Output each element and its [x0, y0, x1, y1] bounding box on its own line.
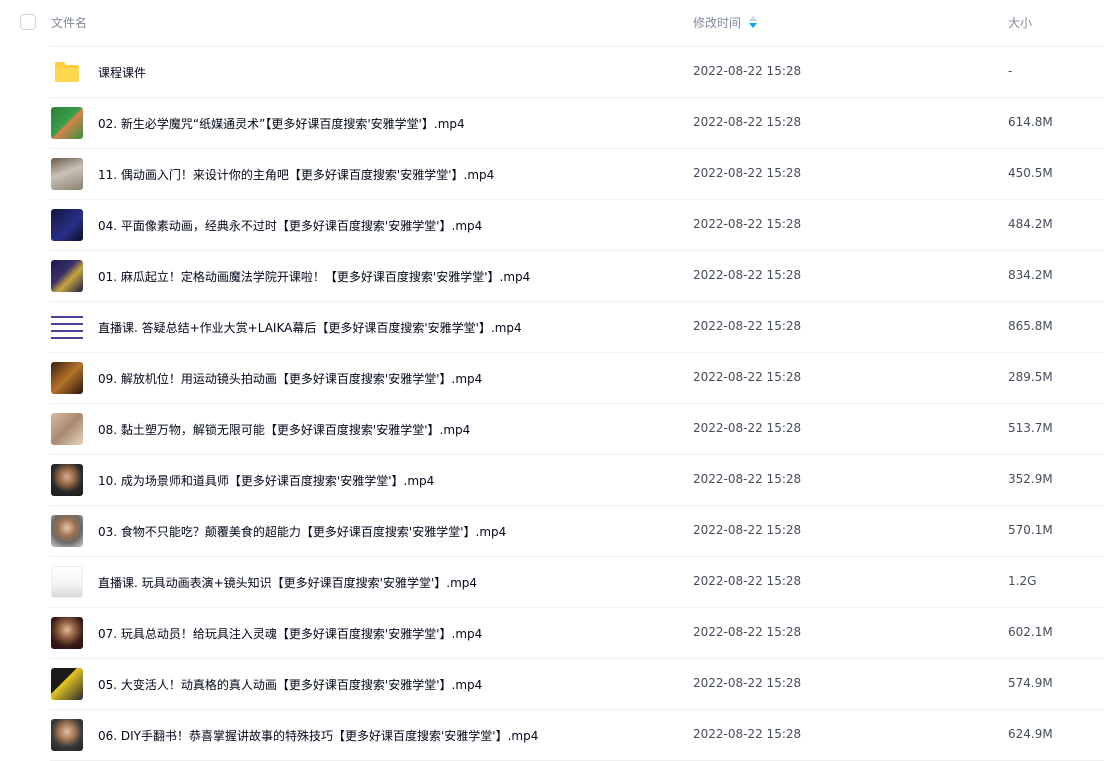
video-thumbnail	[51, 617, 83, 649]
file-modified-time: 2022-08-22 15:28	[693, 727, 802, 741]
file-row[interactable]: 直播课. 答疑总结+作业大赏+LAIKA幕后【更多好课百度搜索'安雅学堂'】.m…	[50, 302, 1104, 353]
file-modified-time: 2022-08-22 15:28	[693, 115, 802, 129]
file-name[interactable]: 07. 玩具总动员！给玩具注入灵魂【更多好课百度搜索'安雅学堂'】.mp4	[98, 625, 482, 642]
file-modified-time: 2022-08-22 15:28	[693, 319, 802, 333]
video-thumbnail	[51, 515, 83, 547]
file-row[interactable]: 02. 新生必学魔咒“纸媒通灵术”【更多好课百度搜索'安雅学堂'】.mp4 202…	[50, 98, 1104, 149]
file-name[interactable]: 课程课件	[98, 64, 146, 81]
file-size: 352.9M	[1008, 472, 1053, 486]
file-size: 602.1M	[1008, 625, 1053, 639]
video-thumbnail	[51, 719, 83, 751]
file-row[interactable]: 11. 偶动画入门！来设计你的主角吧【更多好课百度搜索'安雅学堂'】.mp4 20…	[50, 149, 1104, 200]
file-name[interactable]: 08. 黏土塑万物，解锁无限可能【更多好课百度搜索'安雅学堂'】.mp4	[98, 421, 470, 438]
file-row[interactable]: 直播课. 玩具动画表演+镜头知识【更多好课百度搜索'安雅学堂'】.mp4 2022…	[50, 557, 1104, 608]
sort-desc-icon[interactable]	[749, 15, 758, 30]
file-modified-time: 2022-08-22 15:28	[693, 268, 802, 282]
file-size: -	[1008, 64, 1013, 78]
file-row[interactable]: 10. 成为场景师和道具师【更多好课百度搜索'安雅学堂'】.mp4 2022-08…	[50, 455, 1104, 506]
file-name[interactable]: 11. 偶动画入门！来设计你的主角吧【更多好课百度搜索'安雅学堂'】.mp4	[98, 166, 494, 183]
file-row[interactable]: 04. 平面像素动画，经典永不过时【更多好课百度搜索'安雅学堂'】.mp4 202…	[50, 200, 1104, 251]
file-row[interactable]: 09. 解放机位！用运动镜头拍动画【更多好课百度搜索'安雅学堂'】.mp4 202…	[50, 353, 1104, 404]
video-thumbnail	[51, 158, 83, 190]
file-modified-time: 2022-08-22 15:28	[693, 166, 802, 180]
video-thumbnail	[51, 311, 83, 343]
file-modified-time: 2022-08-22 15:28	[693, 370, 802, 384]
file-name[interactable]: 直播课. 玩具动画表演+镜头知识【更多好课百度搜索'安雅学堂'】.mp4	[98, 574, 477, 591]
video-thumbnail	[51, 362, 83, 394]
file-row[interactable]: 08. 黏土塑万物，解锁无限可能【更多好课百度搜索'安雅学堂'】.mp4 2022…	[50, 404, 1104, 455]
file-row[interactable]: 07. 玩具总动员！给玩具注入灵魂【更多好课百度搜索'安雅学堂'】.mp4 202…	[50, 608, 1104, 659]
file-row[interactable]: 05. 大变活人！动真格的真人动画【更多好课百度搜索'安雅学堂'】.mp4 202…	[50, 659, 1104, 710]
column-header-time-label: 修改时间	[693, 16, 742, 30]
file-size: 624.9M	[1008, 727, 1053, 741]
file-modified-time: 2022-08-22 15:28	[693, 676, 802, 690]
folder-icon	[55, 62, 79, 82]
file-size: 834.2M	[1008, 268, 1053, 282]
file-size: 574.9M	[1008, 676, 1053, 690]
file-modified-time: 2022-08-22 15:28	[693, 523, 802, 537]
file-row[interactable]: 01. 麻瓜起立！定格动画魔法学院开课啦！【更多好课百度搜索'安雅学堂'】.mp…	[50, 251, 1104, 302]
file-name[interactable]: 05. 大变活人！动真格的真人动画【更多好课百度搜索'安雅学堂'】.mp4	[98, 676, 482, 693]
video-thumbnail	[51, 260, 83, 292]
file-row[interactable]: 课程课件 2022-08-22 15:28 -	[50, 47, 1104, 98]
video-thumbnail	[51, 107, 83, 139]
file-row[interactable]: 06. DIY手翻书！恭喜掌握讲故事的特殊技巧【更多好课百度搜索'安雅学堂'】.…	[50, 710, 1104, 761]
select-all-checkbox[interactable]	[20, 14, 36, 30]
column-header-name[interactable]: 文件名	[51, 14, 87, 31]
file-size: 570.1M	[1008, 523, 1053, 537]
file-size: 484.2M	[1008, 217, 1053, 231]
file-name[interactable]: 02. 新生必学魔咒“纸媒通灵术”【更多好课百度搜索'安雅学堂'】.mp4	[98, 115, 465, 132]
file-modified-time: 2022-08-22 15:28	[693, 625, 802, 639]
file-size: 289.5M	[1008, 370, 1053, 384]
file-modified-time: 2022-08-22 15:28	[693, 64, 802, 78]
file-name[interactable]: 09. 解放机位！用运动镜头拍动画【更多好课百度搜索'安雅学堂'】.mp4	[98, 370, 482, 387]
column-header-size[interactable]: 大小	[1008, 14, 1032, 31]
file-size: 513.7M	[1008, 421, 1053, 435]
file-modified-time: 2022-08-22 15:28	[693, 217, 802, 231]
file-row[interactable]: 03. 食物不只能吃？颠覆美食的超能力【更多好课百度搜索'安雅学堂'】.mp4 2…	[50, 506, 1104, 557]
file-name[interactable]: 06. DIY手翻书！恭喜掌握讲故事的特殊技巧【更多好课百度搜索'安雅学堂'】.…	[98, 727, 538, 744]
file-name[interactable]: 01. 麻瓜起立！定格动画魔法学院开课啦！【更多好课百度搜索'安雅学堂'】.mp…	[98, 268, 530, 285]
video-thumbnail	[51, 566, 83, 598]
file-size: 614.8M	[1008, 115, 1053, 129]
video-thumbnail	[51, 209, 83, 241]
file-name[interactable]: 直播课. 答疑总结+作业大赏+LAIKA幕后【更多好课百度搜索'安雅学堂'】.m…	[98, 319, 522, 336]
file-modified-time: 2022-08-22 15:28	[693, 574, 802, 588]
column-header-time[interactable]: 修改时间	[693, 14, 758, 31]
video-thumbnail	[51, 413, 83, 445]
video-thumbnail	[51, 464, 83, 496]
file-modified-time: 2022-08-22 15:28	[693, 472, 802, 486]
video-thumbnail	[51, 668, 83, 700]
file-size: 1.2G	[1008, 574, 1037, 588]
file-name[interactable]: 03. 食物不只能吃？颠覆美食的超能力【更多好课百度搜索'安雅学堂'】.mp4	[98, 523, 506, 540]
file-name[interactable]: 10. 成为场景师和道具师【更多好课百度搜索'安雅学堂'】.mp4	[98, 472, 434, 489]
file-size: 450.5M	[1008, 166, 1053, 180]
file-name[interactable]: 04. 平面像素动画，经典永不过时【更多好课百度搜索'安雅学堂'】.mp4	[98, 217, 482, 234]
file-size: 865.8M	[1008, 319, 1053, 333]
file-list: 课程课件 2022-08-22 15:28 - 02. 新生必学魔咒“纸媒通灵术”【更…	[0, 47, 1104, 761]
file-list-header: 文件名 修改时间 大小	[20, 0, 1104, 47]
file-modified-time: 2022-08-22 15:28	[693, 421, 802, 435]
